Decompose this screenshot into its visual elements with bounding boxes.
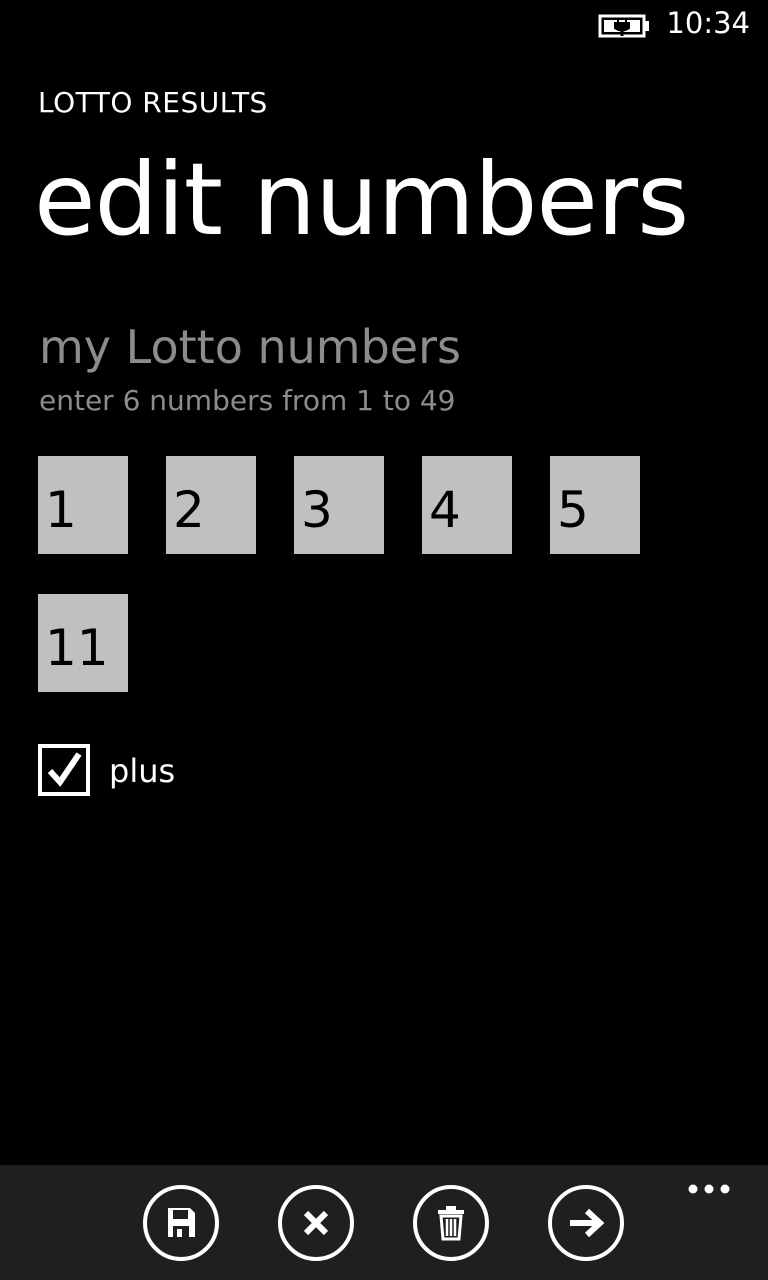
save-icon — [168, 1208, 195, 1237]
number-input-3[interactable]: 3 — [294, 456, 384, 554]
checkmark-icon — [47, 752, 82, 787]
page-title: edit numbers — [34, 141, 689, 258]
delete-icon — [438, 1206, 464, 1241]
battery-charging-icon — [598, 14, 649, 38]
clock: 10:34 — [666, 6, 750, 40]
number-input-2[interactable]: 2 — [166, 456, 256, 554]
delete-button[interactable] — [413, 1185, 489, 1261]
section-title: my Lotto numbers — [39, 320, 461, 374]
cancel-button[interactable] — [278, 1185, 354, 1261]
plus-checkbox[interactable] — [38, 744, 90, 796]
number-input-5[interactable]: 5 — [550, 456, 640, 554]
status-bar: 10:34 — [0, 0, 768, 50]
plus-checkbox-label[interactable]: plus — [109, 752, 175, 790]
number-input-1[interactable]: 1 — [38, 456, 128, 554]
next-button[interactable] — [548, 1185, 624, 1261]
number-input-6[interactable]: 11 — [38, 594, 128, 692]
next-arrow-icon — [570, 1208, 605, 1238]
section-hint: enter 6 numbers from 1 to 49 — [39, 384, 456, 417]
more-icon[interactable] — [686, 1181, 732, 1195]
app-bar — [0, 1165, 768, 1280]
cancel-icon — [303, 1210, 329, 1236]
save-button[interactable] — [143, 1185, 219, 1261]
screen: 10:34 LOTTO RESULTS edit numbers my Lott… — [0, 0, 768, 1280]
app-title: LOTTO RESULTS — [38, 86, 268, 119]
number-input-4[interactable]: 4 — [422, 456, 512, 554]
